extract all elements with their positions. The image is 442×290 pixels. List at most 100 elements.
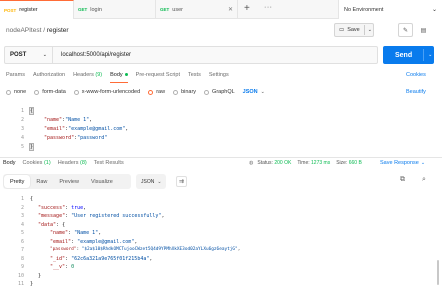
tab-tests[interactable]: Tests	[188, 72, 201, 82]
search-icon[interactable]: ⌕	[422, 176, 426, 184]
code-line: "email": "example@gmail.com",	[50, 238, 138, 245]
breadcrumb-separator: /	[43, 27, 46, 34]
chevron-down-icon: ⌄	[420, 160, 426, 166]
code-line: "name":"Name 1",	[44, 117, 93, 123]
radio-circle-icon	[34, 89, 40, 95]
response-tabs: Body Cookies (1) Headers (8) Test Result…	[3, 160, 131, 166]
new-tab-plus-icon[interactable]: +	[244, 3, 250, 14]
save-response-button[interactable]: Save Response ⌄	[380, 160, 425, 166]
send-button[interactable]: Send ⌄	[383, 46, 434, 64]
code-line: {	[28, 107, 35, 115]
save-button[interactable]: ▭ Save ⌄	[334, 23, 374, 37]
response-tab-headers[interactable]: Headers (8)	[58, 160, 87, 166]
view-preview[interactable]: Preview	[53, 175, 85, 188]
radio-none[interactable]: none	[6, 89, 26, 95]
chevron-down-icon[interactable]: ⌄	[368, 27, 372, 33]
line-number: 9	[20, 264, 24, 270]
headers-count: (9)	[95, 72, 103, 78]
environment-selector[interactable]: No Environment ⌄	[338, 0, 442, 19]
line-number: 10	[17, 272, 24, 279]
documentation-button[interactable]: ▤	[416, 23, 431, 37]
url-input[interactable]: localhost:5000/api/register	[53, 52, 131, 58]
tab-user[interactable]: GET user ✕	[156, 0, 238, 19]
close-brace: }	[28, 143, 35, 151]
radio-label: raw	[156, 89, 166, 95]
view-visualize[interactable]: Visualize	[85, 175, 119, 188]
line-number: 5	[20, 230, 24, 236]
chevron-down-icon[interactable]: ⌄	[428, 52, 432, 58]
close-icon[interactable]: ✕	[228, 6, 233, 13]
line-number: 8	[20, 255, 24, 262]
response-body-viewer[interactable]: 1 2 3 4 5 6 7 8 9 10 11 { "success": tru…	[0, 196, 442, 290]
scrollbar[interactable]	[437, 260, 439, 285]
wrap-lines-icon[interactable]: ⇉	[176, 176, 187, 187]
breadcrumb: nodeAPItest / register	[6, 27, 69, 34]
environment-label: No Environment	[344, 6, 384, 13]
response-tab-cookies[interactable]: Cookies (1)	[23, 160, 51, 166]
request-body-editor[interactable]: 1 2 3 4 5 { "name":"Name 1", "email":"ex…	[0, 105, 442, 155]
tab-authorization[interactable]: Authorization	[33, 72, 65, 82]
body-format-select[interactable]: JSON ⌄	[243, 89, 265, 95]
time-value[interactable]: 1273 ms	[311, 160, 330, 166]
tab-register[interactable]: POST register	[0, 0, 74, 19]
tab-label: register	[19, 7, 38, 13]
radio-form-data[interactable]: form-data	[34, 89, 66, 95]
json-key: "password"	[44, 135, 75, 141]
tab-params[interactable]: Params	[6, 72, 25, 82]
radio-binary[interactable]: binary	[173, 89, 196, 95]
radio-label: binary	[181, 89, 197, 95]
radio-circle-icon	[173, 89, 179, 95]
more-options-icon[interactable]: ···	[264, 4, 273, 11]
url-bar: POST ⌄ localhost:5000/api/register	[4, 46, 378, 64]
pencil-icon: ✎	[402, 27, 409, 34]
tab-prerequest-script[interactable]: Pre-request Script	[136, 72, 180, 82]
cookies-count: (1)	[43, 160, 51, 166]
code-line: }	[28, 143, 35, 151]
document-icon: ▤	[420, 27, 427, 34]
active-tab-underline	[110, 82, 128, 83]
line-number: 4	[20, 221, 24, 228]
code-line: "name": "Name 1",	[50, 230, 102, 236]
line-number: 1	[20, 196, 24, 202]
radio-circle-icon	[73, 89, 79, 95]
code-line: "email":"example@gmail.com",	[44, 126, 129, 132]
tab-method: GET	[160, 7, 170, 12]
method-label: POST	[10, 52, 27, 58]
code-line: "password": "$2a$10$RhdkOMCTujooCWzet5Q4…	[50, 247, 241, 252]
save-response-label: Save Response	[380, 160, 419, 166]
beautify-link[interactable]: Beautify	[406, 89, 426, 95]
copy-icon[interactable]: ⧉	[400, 176, 405, 184]
time-label: Time:	[297, 160, 310, 166]
radio-label: form-data	[42, 89, 66, 95]
json-key: "name"	[44, 117, 63, 123]
breadcrumb-request: register	[46, 27, 69, 34]
tab-login[interactable]: GET login	[74, 0, 156, 19]
view-pretty[interactable]: Pretty	[4, 175, 31, 188]
globe-icon[interactable]: ◍	[249, 160, 253, 166]
response-tab-test-results[interactable]: Test Results	[94, 160, 124, 166]
pane-divider[interactable]	[0, 157, 442, 158]
code-line: "success": true,	[38, 204, 87, 211]
method-select[interactable]: POST ⌄	[5, 47, 53, 63]
headers-count: (8)	[80, 160, 87, 166]
view-raw[interactable]: Raw	[30, 175, 53, 188]
radio-selected-icon	[148, 89, 154, 95]
line-number: 7	[20, 247, 24, 253]
edit-button[interactable]: ✎	[398, 23, 413, 37]
request-tab-bar: POST register GET login GET user ✕ + ···…	[0, 0, 442, 19]
breadcrumb-collection[interactable]: nodeAPItest	[6, 27, 41, 34]
response-tab-body[interactable]: Body	[3, 160, 16, 166]
radio-raw[interactable]: raw	[148, 89, 165, 95]
radio-label: GraphQL	[212, 89, 235, 95]
tab-settings[interactable]: Settings	[209, 72, 229, 82]
body-format-label: JSON	[242, 89, 258, 95]
cookies-link[interactable]: Cookies	[406, 72, 426, 78]
response-format-select[interactable]: JSON ⌄	[136, 174, 166, 189]
tab-body[interactable]: Body	[110, 72, 128, 83]
radio-graphql[interactable]: GraphQL	[204, 89, 235, 95]
line-number: 3	[20, 213, 24, 219]
size-value[interactable]: 660 B	[349, 160, 362, 166]
json-value: "Name 1"	[65, 117, 90, 123]
tab-headers[interactable]: Headers (9)	[73, 72, 102, 82]
radio-urlencoded[interactable]: x-www-form-urlencoded	[73, 89, 140, 95]
